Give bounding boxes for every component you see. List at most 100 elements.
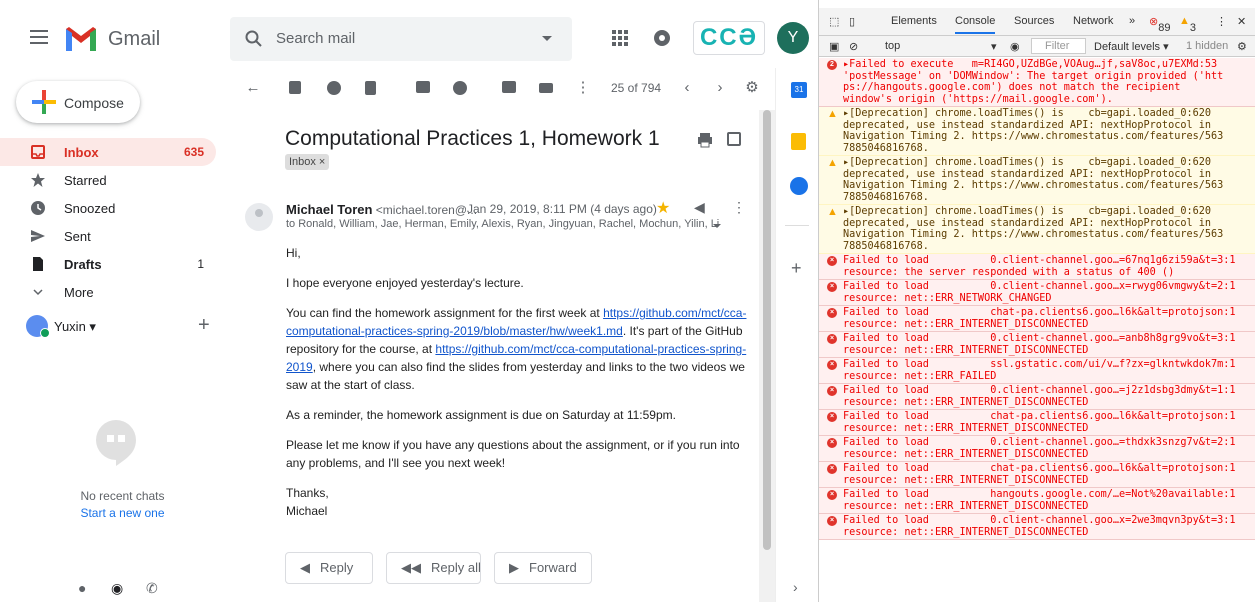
tab-sources[interactable]: Sources — [1014, 15, 1054, 27]
apps-grid-icon[interactable] — [612, 30, 628, 46]
no-chats-text: No recent chats — [80, 489, 165, 503]
clear-console-icon[interactable]: ⊘ — [849, 40, 858, 53]
warning-count-badge[interactable]: ▲ 3 — [1179, 15, 1196, 34]
person-icon[interactable]: ● — [78, 580, 86, 596]
phone-icon[interactable]: ✆ — [146, 580, 158, 597]
sidebar-item-inbox[interactable]: Inbox 635 — [0, 138, 216, 166]
scrollbar-thumb[interactable] — [763, 110, 771, 550]
move-to-icon[interactable] — [502, 81, 516, 93]
sidebar-item-drafts[interactable]: Drafts 1 — [0, 250, 216, 278]
more-tabs-icon[interactable]: » — [1129, 15, 1135, 27]
search-icon[interactable] — [244, 29, 264, 49]
show-details-icon[interactable] — [713, 224, 721, 228]
console-log-entry[interactable]: × Failed to load 0.client-channel.goo…=j2… — [819, 384, 1255, 410]
reply-button[interactable]: ◀ Reply — [285, 552, 373, 584]
snooze-icon[interactable] — [453, 81, 467, 95]
main-menu-icon[interactable] — [30, 30, 48, 44]
label-chip[interactable]: Inbox × — [285, 154, 330, 170]
console-log-entry[interactable]: × Failed to load chat-pa.clients6.goo…l6k… — [819, 410, 1255, 436]
reply-label: Reply — [320, 560, 354, 575]
notifications-icon[interactable] — [654, 30, 670, 46]
compose-button[interactable]: Compose — [16, 81, 140, 123]
message-more-icon[interactable]: ⋮ — [732, 199, 746, 216]
side-panel: 31 + › — [775, 68, 818, 602]
email-greeting: Hi, — [286, 246, 301, 260]
search-bar[interactable]: Search mail — [230, 17, 572, 61]
console-log-entry[interactable]: 2 ▸Failed to execute m=RI4GO,UZdBGe,VOAug… — [819, 58, 1255, 107]
start-chat-link[interactable]: Start a new one — [0, 506, 245, 520]
back-arrow-icon[interactable]: ← — [245, 80, 261, 96]
email-body: Hi, I hope everyone enjoyed yesterday's … — [286, 244, 748, 520]
sender-name[interactable]: Michael Toren — [286, 202, 372, 217]
calendar-icon[interactable]: 31 — [791, 82, 807, 98]
reply-all-button[interactable]: ◀◀ Reply all — [386, 552, 481, 584]
gmail-logo-icon[interactable] — [64, 25, 98, 51]
settings-gear-icon[interactable]: ⚙ — [744, 80, 760, 96]
star-icon[interactable]: ★ — [656, 198, 670, 218]
sidebar-item-more[interactable]: More — [0, 278, 216, 306]
sender-line: Michael Toren <michael.toren@... — [286, 202, 477, 217]
archive-icon[interactable] — [289, 81, 301, 94]
error-count-badge[interactable]: ⊗ 89 — [1149, 15, 1170, 34]
console-settings-gear-icon[interactable]: ⚙ — [1237, 40, 1247, 53]
tab-console[interactable]: Console — [955, 15, 996, 34]
org-logo[interactable]: CCƏ — [693, 21, 765, 55]
close-devtools-icon[interactable]: ✕ — [1237, 15, 1246, 28]
sidebar-toggle-icon[interactable]: ▣ — [829, 40, 839, 53]
screen: Gmail Search mail CCƏ Y Compose Inbox 63… — [0, 0, 1255, 602]
hangouts-user[interactable]: Yuxin ▾ + — [26, 314, 226, 339]
keep-icon[interactable] — [791, 133, 806, 150]
mark-unread-icon[interactable] — [416, 81, 430, 93]
tab-network[interactable]: Network — [1073, 15, 1113, 27]
older-chevron-icon[interactable]: › — [712, 80, 728, 96]
newer-chevron-icon[interactable]: ‹ — [679, 80, 695, 96]
console-log-entry[interactable]: × Failed to load 0.client-channel.goo…=an… — [819, 332, 1255, 358]
sidebar-item-snoozed[interactable]: Snoozed — [0, 194, 216, 222]
sidebar-item-starred[interactable]: Starred — [0, 166, 216, 194]
console-log-entry[interactable]: × Failed to load 0.client-channel.goo…x=r… — [819, 280, 1255, 306]
search-options-icon[interactable] — [542, 36, 552, 41]
console-log-entry[interactable]: ▲ ▸[Deprecation] chrome.loadTimes() is cb… — [819, 107, 1255, 156]
delete-icon[interactable] — [365, 81, 376, 95]
console-log-entry[interactable]: × Failed to load 0.client-channel.goo…x=2… — [819, 514, 1255, 540]
open-new-window-icon[interactable] — [727, 132, 741, 146]
console-log-entry[interactable]: × Failed to load ssl.gstatic.com/ui/v…f?z… — [819, 358, 1255, 384]
tab-elements[interactable]: Elements — [891, 15, 937, 27]
plus-icon — [32, 90, 56, 114]
error-icon: × — [827, 334, 837, 344]
context-dropdown-icon[interactable]: ▾ — [991, 40, 997, 53]
remove-label-icon[interactable]: × — [319, 156, 325, 168]
account-avatar[interactable]: Y — [777, 22, 809, 54]
live-expression-icon[interactable]: ◉ — [1010, 40, 1020, 53]
more-options-icon[interactable]: ⋮ — [575, 80, 591, 96]
console-log-entry[interactable]: ▲ ▸[Deprecation] chrome.loadTimes() is cb… — [819, 205, 1255, 254]
filter-input[interactable]: Filter — [1045, 40, 1069, 52]
hangouts-chat-icon[interactable]: ◉ — [111, 580, 123, 597]
print-icon[interactable] — [697, 132, 713, 148]
console-log-entry[interactable]: × Failed to load 0.client-channel.goo…=th… — [819, 436, 1255, 462]
inspect-element-icon[interactable]: ⬚ — [829, 15, 839, 28]
device-toolbar-icon[interactable]: ▯ — [849, 15, 855, 28]
tasks-icon[interactable] — [790, 177, 808, 195]
console-log-entry[interactable]: × Failed to load chat-pa.clients6.goo…l6k… — [819, 306, 1255, 332]
reply-arrow-icon[interactable]: ◀ — [694, 199, 705, 216]
label-icon[interactable] — [539, 83, 553, 93]
collapse-chevron-icon[interactable]: › — [793, 579, 798, 595]
log-levels-dropdown[interactable]: Default levels ▾ — [1094, 40, 1169, 53]
warning-count: 3 — [1189, 22, 1197, 34]
console-log-entry[interactable]: × Failed to load 0.client-channel.goo…=67… — [819, 254, 1255, 280]
forward-button[interactable]: ▶ Forward — [494, 552, 592, 584]
devtools-menu-icon[interactable]: ⋮ — [1216, 15, 1227, 28]
console-log-entry[interactable]: ▲ ▸[Deprecation] chrome.loadTimes() is cb… — [819, 156, 1255, 205]
devtools-tabbar: ⬚ ▯ Elements Console Sources Network » ⊗… — [819, 8, 1255, 36]
search-input[interactable]: Search mail — [276, 30, 355, 47]
new-chat-plus-icon[interactable]: + — [198, 314, 210, 337]
hangouts-user-name[interactable]: Yuxin ▾ — [54, 319, 96, 335]
report-spam-icon[interactable] — [327, 81, 341, 95]
console-log-entry[interactable]: × Failed to load chat-pa.clients6.goo…l6k… — [819, 462, 1255, 488]
unread-count: 635 — [183, 145, 204, 159]
console-log-entry[interactable]: × Failed to load hangouts.google.com/…e=N… — [819, 488, 1255, 514]
get-addons-plus-icon[interactable]: + — [791, 258, 802, 279]
sidebar-item-sent[interactable]: Sent — [0, 222, 216, 250]
context-selector[interactable]: top — [885, 40, 900, 52]
